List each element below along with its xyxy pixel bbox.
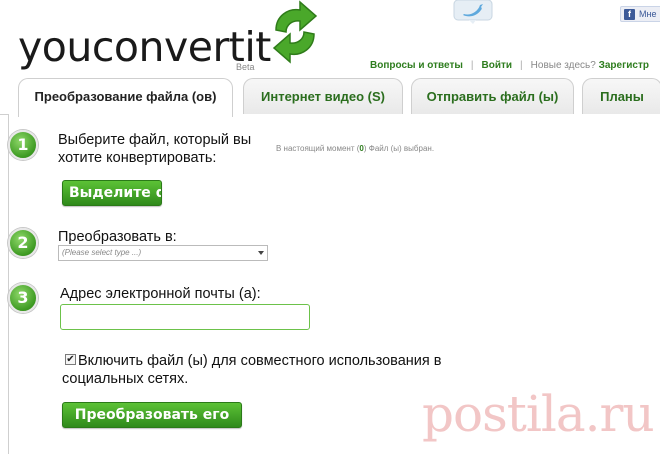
- site-logo[interactable]: youconvertit Beta: [18, 22, 271, 72]
- selected-files-status: В настоящий момент (0) Файл (ы) выбран.: [276, 144, 434, 153]
- select-file-button[interactable]: Выделите ф: [62, 180, 162, 206]
- email-field[interactable]: [60, 304, 310, 330]
- share-line-1: Включить файл (ы) для совместного исполь…: [78, 353, 442, 369]
- format-select-placeholder: (Please select type ...): [62, 248, 142, 257]
- step-2-label: Преобразовать в:: [58, 229, 177, 245]
- logo-part-convert: convert: [91, 23, 245, 71]
- convert-button[interactable]: Преобразовать его: [62, 402, 242, 428]
- chevron-down-icon: [258, 251, 264, 255]
- tab-label: Интернет видео (S): [261, 89, 385, 104]
- tab-send-files[interactable]: Отправить файл (ы): [411, 78, 574, 116]
- step-1-line-1: Выберите файл, который вы: [58, 132, 252, 148]
- tab-label: Преобразование файла (ов): [34, 89, 217, 104]
- share-line-2: социальных сетях.: [62, 371, 189, 387]
- twitter-bird-icon[interactable]: [452, 0, 494, 24]
- step-1-line-2: хотите конвертировать:: [58, 150, 217, 166]
- logo-wordmark: youconvertit: [18, 22, 271, 72]
- divider: |: [520, 60, 523, 71]
- tab-label: Отправить файл (ы): [426, 89, 559, 104]
- login-link[interactable]: Войти: [482, 60, 513, 71]
- top-links: Вопросы и ответы | Войти | Новые здесь? Заре…: [370, 60, 649, 71]
- new-here-text: Новые здесь?: [530, 60, 596, 71]
- step-3-label: Адрес электронной почты (а):: [60, 286, 261, 302]
- tab-internet-video[interactable]: Интернет видео (S): [243, 78, 403, 116]
- step-3-badge: 3: [8, 283, 38, 313]
- facebook-like-label: Мне: [639, 9, 657, 19]
- divider: |: [470, 60, 474, 71]
- facebook-icon: f: [624, 9, 635, 20]
- tab-label: Планы: [600, 89, 644, 104]
- beta-label: Beta: [236, 62, 255, 72]
- faq-link[interactable]: Вопросы и ответы: [370, 60, 463, 71]
- status-prefix: В настоящий момент (: [276, 144, 360, 153]
- format-select[interactable]: (Please select type ...): [58, 245, 268, 261]
- facebook-like-button[interactable]: f Мне: [620, 6, 660, 22]
- tab-plans[interactable]: Планы: [582, 78, 660, 116]
- register-link[interactable]: Зарегистр: [599, 60, 649, 71]
- step-2-badge: 2: [8, 228, 38, 258]
- logo-part-you: you: [18, 23, 92, 71]
- status-suffix: ) Файл (ы) выбран.: [363, 144, 435, 153]
- convert-arrows-icon: [272, 0, 318, 64]
- step-1-badge: 1: [8, 130, 38, 160]
- watermark-text: postila.ru: [422, 385, 655, 443]
- tab-convert-files[interactable]: Преобразование файла (ов): [18, 78, 233, 117]
- share-social-label: Включить файл (ы) для совместного исполь…: [62, 352, 441, 388]
- step-1-label: Выберите файл, который вы хотите конверт…: [58, 131, 251, 167]
